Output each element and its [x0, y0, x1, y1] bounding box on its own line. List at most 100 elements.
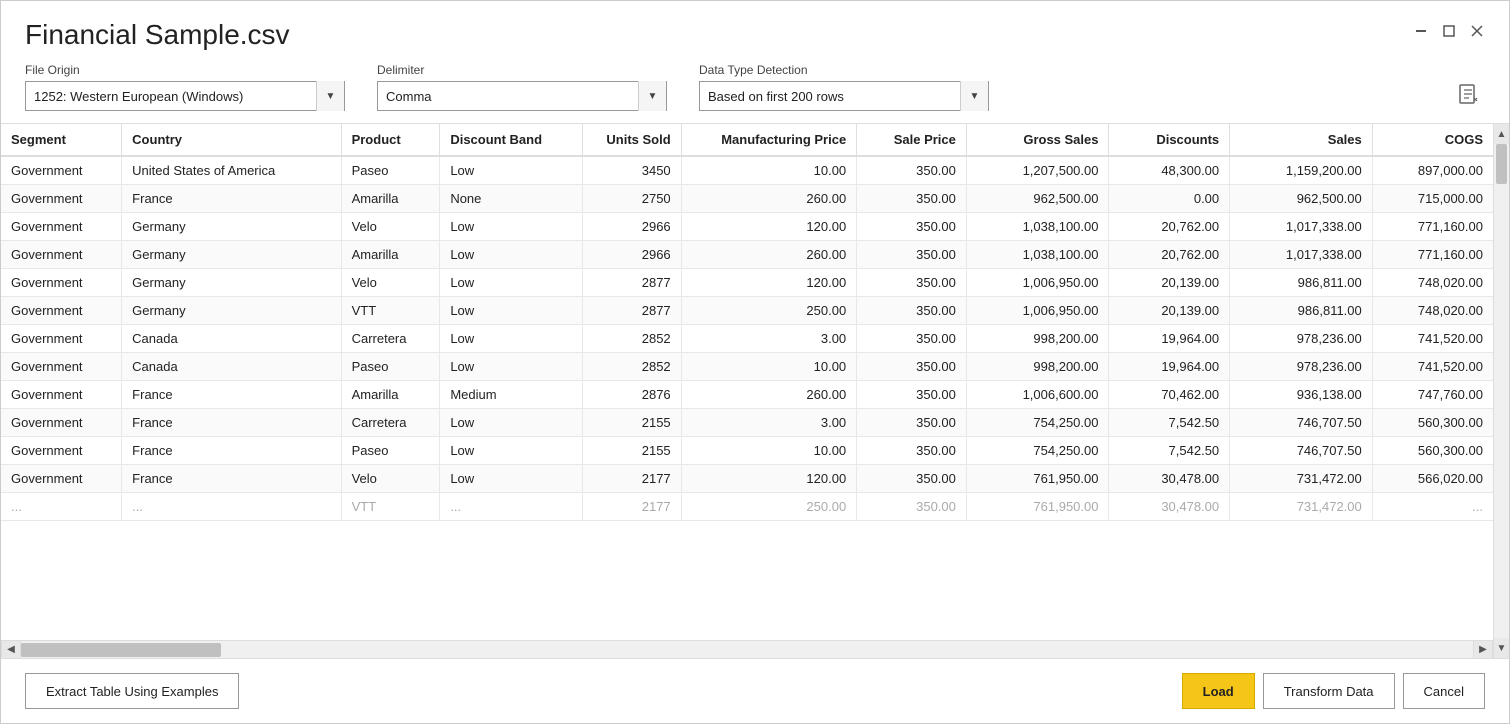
- footer-right: Load Transform Data Cancel: [1182, 673, 1485, 709]
- cell-mfgPrice: 10.00: [681, 353, 857, 381]
- cell-sales: 986,811.00: [1230, 297, 1373, 325]
- cell-partial-grossSales: 761,950.00: [966, 493, 1109, 521]
- cell-product: Paseo: [341, 353, 440, 381]
- cell-mfgPrice: 260.00: [681, 241, 857, 269]
- cell-grossSales: 754,250.00: [966, 437, 1109, 465]
- cell-product: Amarilla: [341, 185, 440, 213]
- cell-country: France: [122, 409, 341, 437]
- col-header-salePrice[interactable]: Sale Price: [857, 124, 967, 156]
- table-row: GovernmentUnited States of AmericaPaseoL…: [1, 156, 1493, 185]
- cell-discountBand: Low: [440, 213, 583, 241]
- maximize-button[interactable]: [1441, 23, 1457, 39]
- cell-country: France: [122, 381, 341, 409]
- cell-product: Carretera: [341, 409, 440, 437]
- cell-discounts: 48,300.00: [1109, 156, 1230, 185]
- vertical-scrollbar[interactable]: ▲ ▼: [1493, 124, 1509, 658]
- cell-cogs: 771,160.00: [1372, 241, 1493, 269]
- cell-unitsSold: 2966: [582, 213, 681, 241]
- cancel-button[interactable]: Cancel: [1403, 673, 1485, 709]
- transform-data-button[interactable]: Transform Data: [1263, 673, 1395, 709]
- cell-discountBand: Low: [440, 297, 583, 325]
- col-header-discounts[interactable]: Discounts: [1109, 124, 1230, 156]
- cell-discountBand: Low: [440, 269, 583, 297]
- scroll-right-button[interactable]: ▶: [1473, 641, 1493, 658]
- col-header-mfgPrice[interactable]: Manufacturing Price: [681, 124, 857, 156]
- cell-grossSales: 1,207,500.00: [966, 156, 1109, 185]
- close-button[interactable]: [1469, 23, 1485, 39]
- scroll-track[interactable]: [21, 641, 1473, 658]
- col-header-country[interactable]: Country: [122, 124, 341, 156]
- cell-discountBand: Low: [440, 437, 583, 465]
- col-header-discountBand[interactable]: Discount Band: [440, 124, 583, 156]
- cell-discounts: 20,762.00: [1109, 241, 1230, 269]
- cell-grossSales: 998,200.00: [966, 325, 1109, 353]
- cell-partial-discounts: 30,478.00: [1109, 493, 1230, 521]
- cell-sales: 1,159,200.00: [1230, 156, 1373, 185]
- cell-product: Velo: [341, 465, 440, 493]
- scroll-v-track[interactable]: [1494, 144, 1509, 638]
- file-origin-label: File Origin: [25, 63, 345, 77]
- table-area: SegmentCountryProductDiscount BandUnits …: [1, 123, 1509, 659]
- table-container[interactable]: SegmentCountryProductDiscount BandUnits …: [1, 124, 1493, 640]
- load-button[interactable]: Load: [1182, 673, 1255, 709]
- delimiter-select[interactable]: Comma ▼: [377, 81, 667, 111]
- cell-mfgPrice: 260.00: [681, 185, 857, 213]
- cell-cogs: 741,520.00: [1372, 353, 1493, 381]
- scroll-thumb[interactable]: [21, 643, 221, 657]
- cell-sales: 746,707.50: [1230, 409, 1373, 437]
- cell-salePrice: 350.00: [857, 269, 967, 297]
- cell-sales: 978,236.00: [1230, 325, 1373, 353]
- cell-discounts: 19,964.00: [1109, 353, 1230, 381]
- cell-discounts: 0.00: [1109, 185, 1230, 213]
- cell-discounts: 70,462.00: [1109, 381, 1230, 409]
- cell-partial-salePrice: 350.00: [857, 493, 967, 521]
- cell-mfgPrice: 120.00: [681, 465, 857, 493]
- file-origin-select[interactable]: 1252: Western European (Windows) ▼: [25, 81, 345, 111]
- cell-cogs: 748,020.00: [1372, 297, 1493, 325]
- table-row-partial: ......VTT...2177250.00350.00761,950.0030…: [1, 493, 1493, 521]
- data-type-select[interactable]: Based on first 200 rows ▼: [699, 81, 989, 111]
- col-header-sales[interactable]: Sales: [1230, 124, 1373, 156]
- export-icon-button[interactable]: [1453, 79, 1485, 111]
- cell-mfgPrice: 10.00: [681, 437, 857, 465]
- cell-cogs: 715,000.00: [1372, 185, 1493, 213]
- dialog: Financial Sample.csv File Origin 1252: W…: [0, 0, 1510, 724]
- data-type-group: Data Type Detection Based on first 200 r…: [699, 63, 989, 111]
- cell-mfgPrice: 250.00: [681, 297, 857, 325]
- cell-discountBand: Low: [440, 353, 583, 381]
- scroll-v-thumb[interactable]: [1496, 144, 1507, 184]
- cell-country: Canada: [122, 325, 341, 353]
- extract-table-button[interactable]: Extract Table Using Examples: [25, 673, 239, 709]
- col-header-unitsSold[interactable]: Units Sold: [582, 124, 681, 156]
- scroll-down-button[interactable]: ▼: [1494, 638, 1509, 658]
- cell-salePrice: 350.00: [857, 185, 967, 213]
- delimiter-label: Delimiter: [377, 63, 667, 77]
- cell-grossSales: 1,038,100.00: [966, 241, 1109, 269]
- col-header-product[interactable]: Product: [341, 124, 440, 156]
- cell-sales: 986,811.00: [1230, 269, 1373, 297]
- cell-discounts: 30,478.00: [1109, 465, 1230, 493]
- file-origin-arrow: ▼: [316, 81, 344, 111]
- col-header-cogs[interactable]: COGS: [1372, 124, 1493, 156]
- table-row: GovernmentFranceAmarillaMedium2876260.00…: [1, 381, 1493, 409]
- cell-grossSales: 1,038,100.00: [966, 213, 1109, 241]
- cell-salePrice: 350.00: [857, 437, 967, 465]
- col-header-grossSales[interactable]: Gross Sales: [966, 124, 1109, 156]
- cell-unitsSold: 2877: [582, 297, 681, 325]
- cell-cogs: 747,760.00: [1372, 381, 1493, 409]
- cell-unitsSold: 2750: [582, 185, 681, 213]
- cell-segment: Government: [1, 185, 122, 213]
- cell-discounts: 20,762.00: [1109, 213, 1230, 241]
- minimize-button[interactable]: [1413, 23, 1429, 39]
- cell-segment: Government: [1, 156, 122, 185]
- col-header-segment[interactable]: Segment: [1, 124, 122, 156]
- horizontal-scrollbar[interactable]: ◀ ▶: [1, 640, 1493, 658]
- cell-country: France: [122, 465, 341, 493]
- cell-segment: Government: [1, 465, 122, 493]
- cell-discountBand: Low: [440, 325, 583, 353]
- scroll-up-button[interactable]: ▲: [1494, 124, 1509, 144]
- cell-cogs: 560,300.00: [1372, 409, 1493, 437]
- cell-mfgPrice: 3.00: [681, 325, 857, 353]
- cell-segment: Government: [1, 325, 122, 353]
- scroll-left-button[interactable]: ◀: [1, 641, 21, 658]
